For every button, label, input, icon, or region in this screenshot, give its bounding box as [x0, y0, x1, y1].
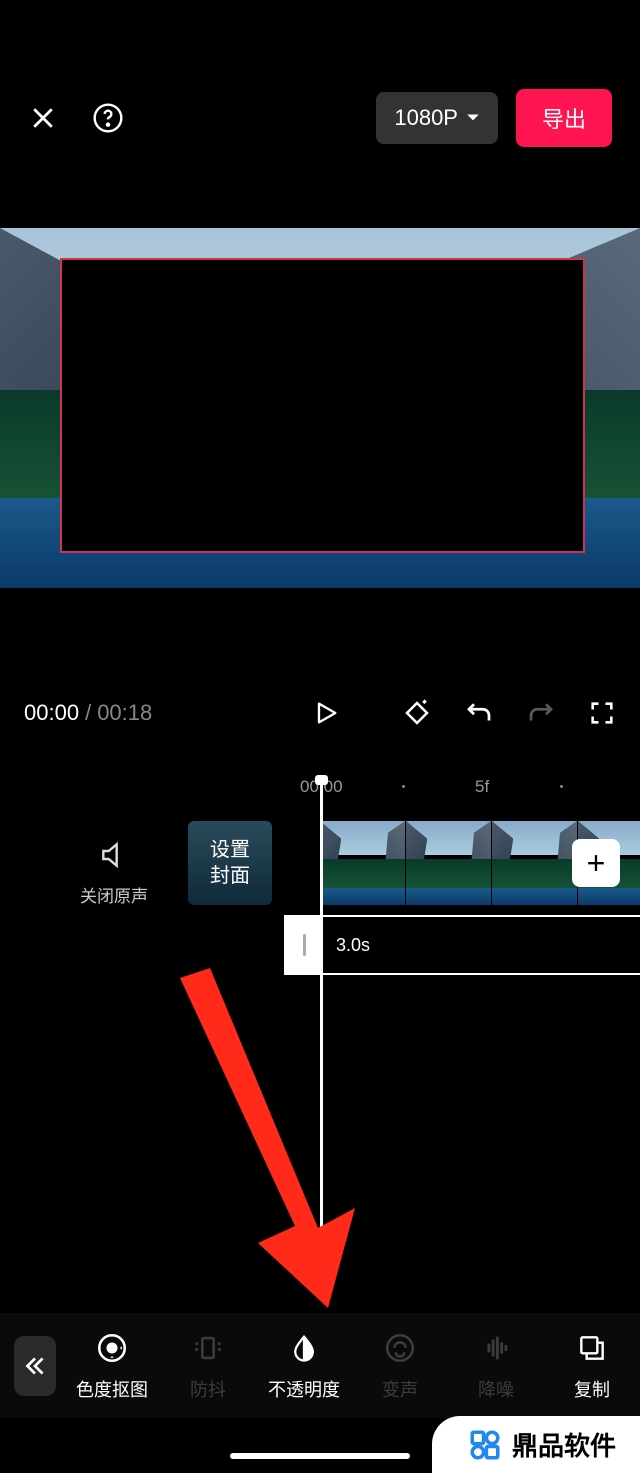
tool-opacity[interactable]: 不透明度 [256, 1329, 352, 1402]
chevron-double-left-icon [22, 1353, 48, 1379]
cover-label: 设置 封面 [210, 837, 250, 889]
undo-button[interactable] [464, 698, 494, 728]
tool-label: 复制 [574, 1376, 610, 1402]
video-thumb [406, 821, 492, 905]
help-button[interactable] [92, 102, 124, 134]
overlay-selection-box[interactable] [60, 258, 585, 553]
voicechange-icon [383, 1329, 417, 1367]
video-preview[interactable] [0, 228, 640, 588]
mute-label: 关闭原声 [80, 882, 148, 907]
tool-label: 防抖 [190, 1376, 226, 1402]
play-icon [312, 697, 340, 729]
opacity-icon [289, 1329, 319, 1367]
tool-label: 色度抠图 [76, 1376, 148, 1402]
set-cover-button[interactable]: 设置 封面 [188, 821, 272, 905]
bottom-toolbar: 色度抠图 防抖 不透明度 变声 降噪 复制 [0, 1313, 640, 1418]
time-display: 00:00/00:18 [24, 700, 152, 726]
tool-label: 降噪 [478, 1376, 514, 1402]
tool-copy[interactable]: 复制 [544, 1329, 640, 1402]
home-indicator [230, 1453, 410, 1459]
chevron-down-icon [466, 113, 480, 123]
export-button[interactable]: 导出 [516, 89, 612, 147]
tool-stabilize[interactable]: 防抖 [160, 1329, 256, 1402]
video-thumb [320, 821, 406, 905]
resolution-button[interactable]: 1080P [376, 92, 498, 144]
clip-drag-handle[interactable] [286, 917, 322, 973]
mute-audio-button[interactable]: 关闭原声 [80, 839, 148, 907]
toolbar-back-button[interactable] [14, 1336, 56, 1396]
overlay-duration: 3.0s [336, 935, 370, 956]
denoise-icon [479, 1329, 513, 1367]
watermark-text: 鼎品软件 [512, 1426, 616, 1463]
tool-voicechange[interactable]: 变声 [352, 1329, 448, 1402]
timeline[interactable]: 00:00 5f 关闭原声 设置 封面 + 3.0s [0, 775, 640, 1009]
tool-label: 不透明度 [268, 1376, 340, 1402]
copy-icon [576, 1329, 608, 1367]
tool-denoise[interactable]: 降噪 [448, 1329, 544, 1402]
playhead[interactable] [320, 779, 323, 1289]
redo-icon [526, 698, 556, 728]
keyframe-icon [402, 698, 432, 728]
stabilize-icon [191, 1329, 225, 1367]
keyframe-button[interactable] [402, 698, 432, 728]
overlay-track[interactable]: 3.0s [284, 915, 640, 975]
video-thumb [492, 821, 578, 905]
add-clip-button[interactable]: + [572, 839, 620, 887]
ruler-tick: 5f [475, 777, 489, 797]
watermark-icon [468, 1428, 502, 1462]
close-icon [28, 103, 58, 133]
time-total: 00:18 [97, 700, 152, 725]
fullscreen-button[interactable] [588, 699, 616, 727]
time-current: 00:00 [24, 700, 79, 725]
undo-icon [464, 698, 494, 728]
annotation-arrow [150, 968, 380, 1308]
plus-icon: + [587, 845, 606, 882]
tool-label: 变声 [382, 1376, 418, 1402]
speaker-icon [98, 839, 130, 871]
resolution-label: 1080P [394, 105, 458, 131]
tool-chroma[interactable]: 色度抠图 [64, 1329, 160, 1402]
fullscreen-icon [588, 699, 616, 727]
help-icon [92, 102, 124, 134]
chroma-icon [95, 1329, 129, 1367]
play-button[interactable] [312, 697, 340, 729]
redo-button[interactable] [526, 698, 556, 728]
watermark: 鼎品软件 [432, 1416, 640, 1473]
close-button[interactable] [28, 103, 58, 133]
